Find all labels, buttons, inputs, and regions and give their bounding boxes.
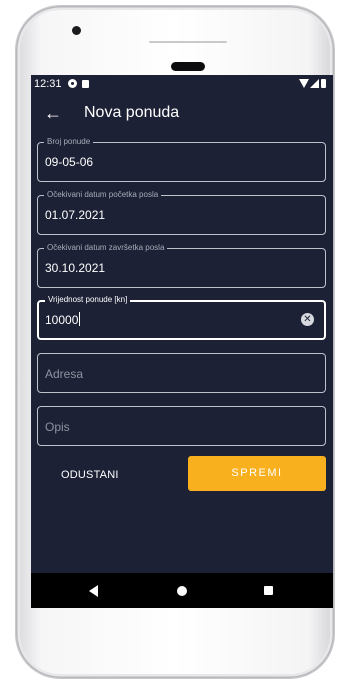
save-button[interactable]: SPREMI xyxy=(188,456,326,491)
start-date-value: 01.07.2021 xyxy=(45,208,106,222)
address-field[interactable]: Adresa xyxy=(37,353,326,393)
battery-icon xyxy=(321,79,326,88)
cancel-button[interactable]: ODUSTANI xyxy=(61,465,151,485)
wifi-icon xyxy=(299,79,309,88)
end-date-value: 30.10.2021 xyxy=(45,261,106,275)
nav-home-icon[interactable] xyxy=(177,586,187,596)
system-nav-bar xyxy=(31,573,333,608)
app-bar: ← Nova ponuda xyxy=(31,93,333,133)
sd-card-icon xyxy=(82,80,89,88)
nav-back-icon[interactable] xyxy=(89,585,98,597)
start-date-field[interactable]: Očekivani datum početka posla 01.07.2021 xyxy=(37,189,326,235)
offer-value-label: Vrijednost ponude [kn] xyxy=(45,294,131,306)
page-title: Nova ponuda xyxy=(84,104,180,121)
status-right-icons xyxy=(299,79,329,89)
nav-recents-icon[interactable] xyxy=(264,586,273,595)
offer-value-input[interactable]: 10000 xyxy=(45,312,81,328)
signal-icon xyxy=(310,79,319,88)
description-field[interactable]: Opis xyxy=(37,406,326,446)
clear-icon[interactable]: ✕ xyxy=(301,313,314,326)
app-notification-icon xyxy=(68,79,77,88)
description-placeholder: Opis xyxy=(45,420,70,434)
offer-value-text: 10000 xyxy=(45,313,79,327)
offer-value-field[interactable]: Vrijednost ponude [kn] 10000 ✕ xyxy=(37,294,326,340)
text-caret xyxy=(79,312,81,326)
address-placeholder: Adresa xyxy=(45,367,84,381)
offer-number-label: Broj ponude xyxy=(44,136,94,148)
earpiece-speaker xyxy=(171,62,205,71)
end-date-label: Očekivani datum završetka posla xyxy=(44,242,168,254)
status-bar: 12:31 xyxy=(31,75,333,93)
end-date-field[interactable]: Očekivani datum završetka posla 30.10.20… xyxy=(37,242,326,288)
app-screen: 12:31 ← Nova ponuda Broj ponude 09-05-06… xyxy=(31,75,333,608)
offer-number-field[interactable]: Broj ponude 09-05-06 xyxy=(37,136,326,182)
status-time: 12:31 xyxy=(34,78,62,90)
start-date-label: Očekivani datum početka posla xyxy=(44,189,162,201)
back-arrow-icon[interactable]: ← xyxy=(41,101,65,125)
offer-number-value: 09-05-06 xyxy=(45,155,94,169)
front-camera xyxy=(72,26,81,35)
speaker-line xyxy=(149,41,227,43)
